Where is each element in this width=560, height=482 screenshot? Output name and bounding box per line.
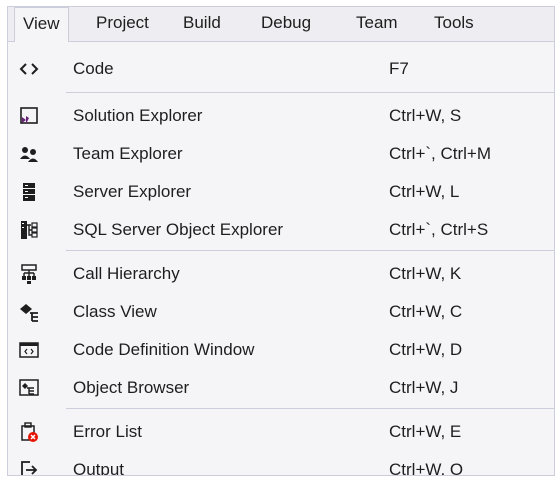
menu-item-shortcut: Ctrl+W, O [389, 460, 464, 476]
menu-debug[interactable]: Debug [253, 7, 319, 41]
menu-item-label: Class View [73, 302, 157, 321]
menu-item-label: Output [73, 460, 125, 476]
call-hierarchy-icon [18, 263, 40, 285]
menu-item-label: Team Explorer [73, 144, 183, 163]
object-browser-icon [18, 377, 40, 399]
menu-item-sql-server-object-explorer[interactable]: SQL Server Object Explorer Ctrl+`, Ctrl+… [8, 211, 554, 249]
solution-explorer-icon [18, 105, 40, 127]
output-icon [18, 459, 40, 475]
error-list-icon [18, 421, 40, 443]
menu-item-shortcut: Ctrl+W, S [389, 106, 462, 125]
menu-item-label: Object Browser [73, 378, 190, 397]
menu-item-code-definition-window[interactable]: Code Definition Window Ctrl+W, D [8, 331, 554, 369]
menu-project[interactable]: Project [88, 7, 157, 41]
menu-item-team-explorer[interactable]: Team Explorer Ctrl+`, Ctrl+M [8, 135, 554, 173]
menu-item-shortcut: Ctrl+W, E [389, 422, 462, 441]
menu-separator [66, 408, 554, 409]
menu-item-shortcut: Ctrl+W, C [389, 302, 463, 321]
menu-item-label: Code Definition Window [73, 340, 255, 359]
menu-item-label: Error List [73, 422, 142, 441]
menu-item-label: Code [73, 59, 114, 78]
menu-item-shortcut: Ctrl+W, L [389, 182, 460, 201]
menu-build[interactable]: Build [175, 7, 229, 41]
menu-item-error-list[interactable]: Error List Ctrl+W, E [8, 413, 554, 451]
menu-separator [66, 92, 554, 93]
menu-item-call-hierarchy[interactable]: Call Hierarchy Ctrl+W, K [8, 255, 554, 293]
menu-item-server-explorer[interactable]: Server Explorer Ctrl+W, L [8, 173, 554, 211]
menu-item-shortcut: Ctrl+W, K [389, 264, 462, 283]
menu-item-label: Solution Explorer [73, 106, 203, 125]
menu-tools[interactable]: Tools [426, 7, 482, 41]
menu-item-code[interactable]: Code F7 [8, 50, 554, 88]
code-definition-window-icon [18, 339, 40, 361]
view-menu-dropdown: Code F7 Solution Explorer Ctrl+W, S Team… [8, 41, 554, 475]
menu-item-label: Call Hierarchy [73, 264, 180, 283]
sql-server-object-explorer-icon [18, 219, 40, 241]
visual-studio-window: View Project Build Debug Team Tools Code… [7, 6, 555, 476]
menu-bar: View Project Build Debug Team Tools [8, 7, 554, 42]
menu-item-object-browser[interactable]: Object Browser Ctrl+W, J [8, 369, 554, 407]
menu-view[interactable]: View [14, 7, 69, 42]
server-explorer-icon [18, 181, 40, 203]
menu-item-shortcut: Ctrl+`, Ctrl+S [389, 220, 489, 239]
menu-item-solution-explorer[interactable]: Solution Explorer Ctrl+W, S [8, 97, 554, 135]
menu-team[interactable]: Team [348, 7, 406, 41]
code-brackets-icon [18, 58, 40, 80]
menu-item-shortcut: Ctrl+`, Ctrl+M [389, 144, 491, 163]
menu-item-output[interactable]: Output Ctrl+W, O [8, 451, 554, 476]
menu-item-shortcut: F7 [389, 59, 409, 78]
team-explorer-icon [18, 143, 40, 165]
menu-item-label: Server Explorer [73, 182, 192, 201]
menu-item-label: SQL Server Object Explorer [73, 220, 284, 239]
menu-item-shortcut: Ctrl+W, J [389, 378, 459, 397]
menu-item-shortcut: Ctrl+W, D [389, 340, 463, 359]
class-view-icon [18, 301, 40, 323]
menu-separator [66, 250, 554, 251]
menu-item-class-view[interactable]: Class View Ctrl+W, C [8, 293, 554, 331]
